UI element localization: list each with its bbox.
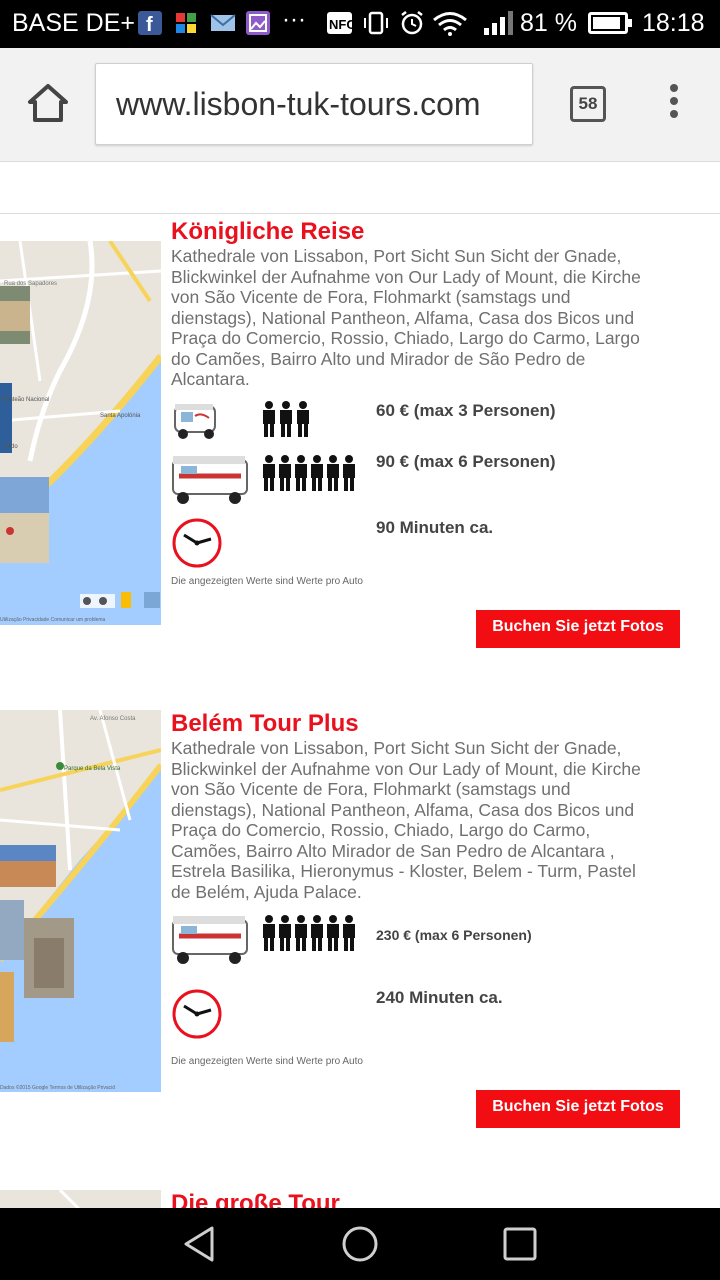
status-bar: BASE DE+ f ··· NFC 81 % 18:18 <box>0 0 720 48</box>
price-note: Die angezeigten Werte sind Werte pro Aut… <box>171 1056 363 1067</box>
tab-switcher-button[interactable]: 58 <box>570 86 606 122</box>
navigation-bar <box>0 1208 720 1280</box>
facebook-icon: f <box>138 11 162 36</box>
tour-map[interactable] <box>0 1190 161 1208</box>
overflow-menu-icon[interactable] <box>664 84 684 126</box>
mail-icon <box>210 11 236 35</box>
duration-clock-icon <box>171 517 223 574</box>
browser-toolbar: www.lisbon-tuk-tours.com 58 <box>0 48 720 162</box>
tour-map[interactable]: Parque da Bela Vista Av. Afonso Costa Da… <box>0 710 161 1092</box>
tour-title[interactable]: Die große Tour <box>171 1190 340 1208</box>
tour-price-small: 60 € (max 3 Personen) <box>376 401 556 420</box>
svg-text:Utilização Privacidade C: Utilização Privacidade Comunicar um prob… <box>0 617 106 623</box>
svg-text:Panteão Nacional: Panteão Nacional <box>2 397 49 403</box>
home-icon[interactable] <box>338 1222 382 1266</box>
three-persons-icon <box>261 400 311 443</box>
signal-icon <box>482 10 516 41</box>
tour-map[interactable]: Rua dos Sapadores Panteão Nacional Santa… <box>0 241 161 625</box>
svg-text:Santa Apolónia: Santa Apolónia <box>100 413 141 419</box>
svg-text:Dados ©2015 Google Termos de: Dados ©2015 Google Termos de Utilização … <box>0 1084 115 1091</box>
page-divider <box>0 213 720 214</box>
tour-description: Kathedrale von Lissabon, Port Sicht Sun … <box>171 246 641 389</box>
web-content: Rua dos Sapadores Panteão Nacional Santa… <box>0 162 720 1208</box>
svg-text:Fado: Fado <box>4 444 18 450</box>
six-persons-icon <box>261 914 359 957</box>
svg-text:Rua dos Sapadores: Rua dos Sapadores <box>4 281 57 287</box>
back-icon[interactable] <box>178 1222 222 1266</box>
more-dots-icon: ··· <box>282 6 306 33</box>
vibrate-icon <box>362 10 390 41</box>
alarm-icon <box>398 10 426 41</box>
svg-text:NFC: NFC <box>329 17 354 32</box>
tour-title[interactable]: Königliche Reise <box>171 218 364 246</box>
six-persons-icon <box>261 454 359 497</box>
book-now-button[interactable]: Buchen Sie jetzt Fotos <box>476 1090 680 1128</box>
tour-price-large: 230 € (max 6 Personen) <box>376 927 532 943</box>
battery-icon <box>588 12 632 34</box>
tuk-tuk-large-icon <box>171 454 251 511</box>
battery-percent: 81 % <box>520 9 577 37</box>
svg-text:Parque da Bela Vista: Parque da Bela Vista <box>64 766 121 772</box>
tour-title[interactable]: Belém Tour Plus <box>171 710 359 738</box>
home-icon[interactable] <box>26 83 70 123</box>
tour-price-large: 90 € (max 6 Personen) <box>376 452 556 471</box>
puzzle-icon <box>174 11 198 35</box>
address-bar[interactable]: www.lisbon-tuk-tours.com <box>95 63 533 145</box>
svg-text:Av. Afonso Costa: Av. Afonso Costa <box>90 716 136 722</box>
url-text: www.lisbon-tuk-tours.com <box>116 86 481 122</box>
price-note: Die angezeigten Werte sind Werte pro Aut… <box>171 576 363 587</box>
status-clock: 18:18 <box>642 9 705 37</box>
svg-text:f: f <box>146 14 153 35</box>
recents-icon[interactable] <box>498 1222 542 1266</box>
gallery-icon <box>246 11 270 35</box>
carrier-name: BASE DE+ <box>12 9 135 37</box>
duration-clock-icon <box>171 988 223 1045</box>
tour-duration: 90 Minuten ca. <box>376 518 494 537</box>
tuk-tuk-small-icon <box>171 400 223 445</box>
book-now-button[interactable]: Buchen Sie jetzt Fotos <box>476 610 680 648</box>
tuk-tuk-large-icon <box>171 914 251 971</box>
nfc-icon: NFC <box>326 10 356 41</box>
wifi-icon <box>432 10 468 41</box>
tour-description: Kathedrale von Lissabon, Port Sicht Sun … <box>171 738 641 902</box>
tour-duration: 240 Minuten ca. <box>376 988 503 1007</box>
